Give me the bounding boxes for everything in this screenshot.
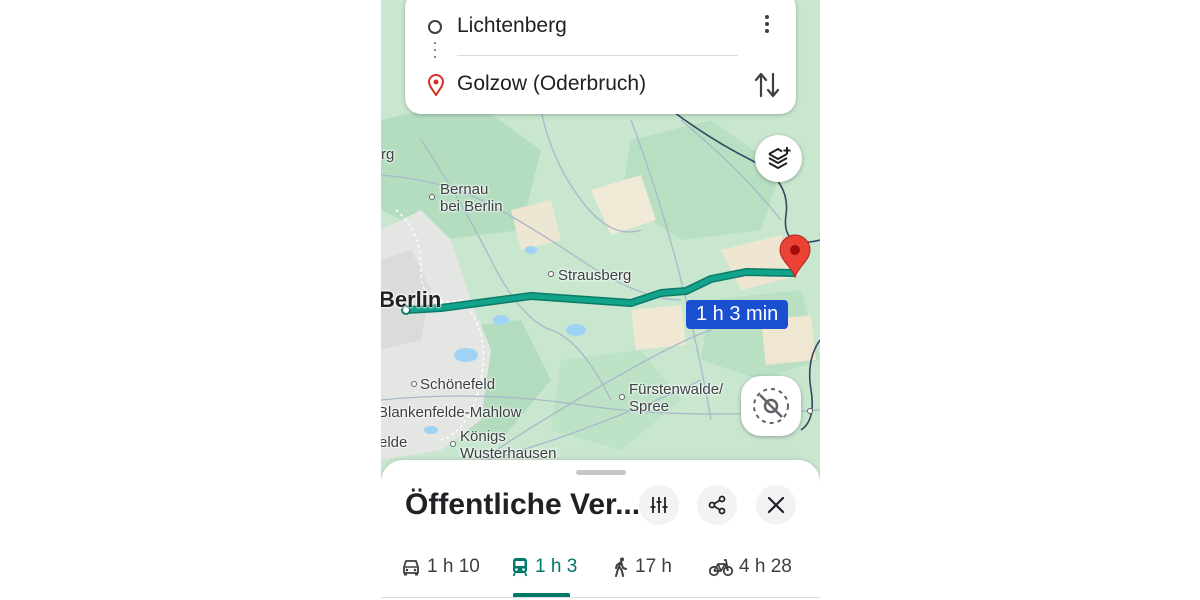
origin-circle-icon: [428, 20, 442, 34]
car-icon: [403, 560, 419, 576]
mode-tab-walking[interactable]: 17 h: [613, 554, 672, 580]
layers-button[interactable]: [755, 135, 802, 182]
place-dot: [450, 441, 456, 447]
mode-duration: 17 h: [635, 556, 672, 577]
route-duration-badge[interactable]: 1 h 3 min: [686, 300, 789, 329]
drag-handle[interactable]: [576, 470, 626, 475]
place-dot: [619, 394, 625, 400]
phone-screen: rg Bernau bei Berlin Strausberg Berlin S…: [381, 0, 820, 600]
close-icon: [767, 496, 785, 514]
mode-tab-cycling[interactable]: 4 h 28: [709, 554, 792, 580]
bike-icon: [709, 559, 733, 577]
mode-duration: 1 h 3: [535, 556, 578, 577]
my-location-button[interactable]: [741, 376, 801, 436]
close-button[interactable]: [756, 485, 796, 525]
mode-tab-driving[interactable]: 1 h 10: [401, 554, 480, 580]
mode-tab-transit[interactable]: 1 h 3: [511, 554, 577, 580]
map-label-bernau[interactable]: Bernau bei Berlin: [440, 181, 503, 215]
card-divider: [457, 55, 738, 56]
swap-directions-icon[interactable]: [753, 70, 781, 100]
tune-icon: [650, 497, 668, 513]
place-dot: [429, 194, 435, 200]
sheet-title: Öffentliche Ver...: [405, 488, 641, 521]
route-dots-icon: [434, 42, 436, 64]
map-label-berlin[interactable]: Berlin: [381, 289, 441, 311]
place-dot: [411, 381, 417, 387]
share-button[interactable]: [697, 485, 737, 525]
map-label-fuerstenwalde[interactable]: Fürstenwalde/ Spree: [629, 381, 723, 415]
transit-icon: [512, 558, 528, 577]
share-icon: [708, 495, 726, 515]
destination-pin-outline-icon: [427, 74, 445, 96]
directions-card: Lichtenberg Golzow (Oderbruch): [405, 0, 796, 114]
destination-field[interactable]: Golzow (Oderbruch): [457, 72, 646, 96]
place-dot: [548, 271, 554, 277]
map-label-strausberg[interactable]: Strausberg: [558, 267, 631, 284]
origin-field[interactable]: Lichtenberg: [457, 14, 567, 38]
directions-bottom-sheet: Öffentliche Ver... 1 h 10 1 h 3 17 h 4 h…: [381, 460, 820, 600]
location-off-icon: [753, 388, 789, 424]
map-label-blankenfelde[interactable]: Blankenfelde-Mahlow: [381, 404, 521, 421]
map-label-edge-left: elde: [381, 434, 408, 451]
mode-duration: 1 h 10: [427, 556, 480, 577]
options-button[interactable]: [639, 485, 679, 525]
sheet-divider: [381, 597, 820, 598]
map-label-koenigs-wusterhausen[interactable]: Königs Wusterhausen: [460, 428, 556, 462]
more-options-icon[interactable]: [755, 12, 779, 36]
mode-duration: 4 h 28: [739, 556, 792, 577]
layers-add-icon: [768, 146, 790, 169]
walk-icon: [615, 557, 627, 577]
place-dot: [807, 408, 813, 414]
map-label-schoenefeld[interactable]: Schönefeld: [420, 376, 495, 393]
map-label-edge-top: rg: [381, 146, 395, 163]
